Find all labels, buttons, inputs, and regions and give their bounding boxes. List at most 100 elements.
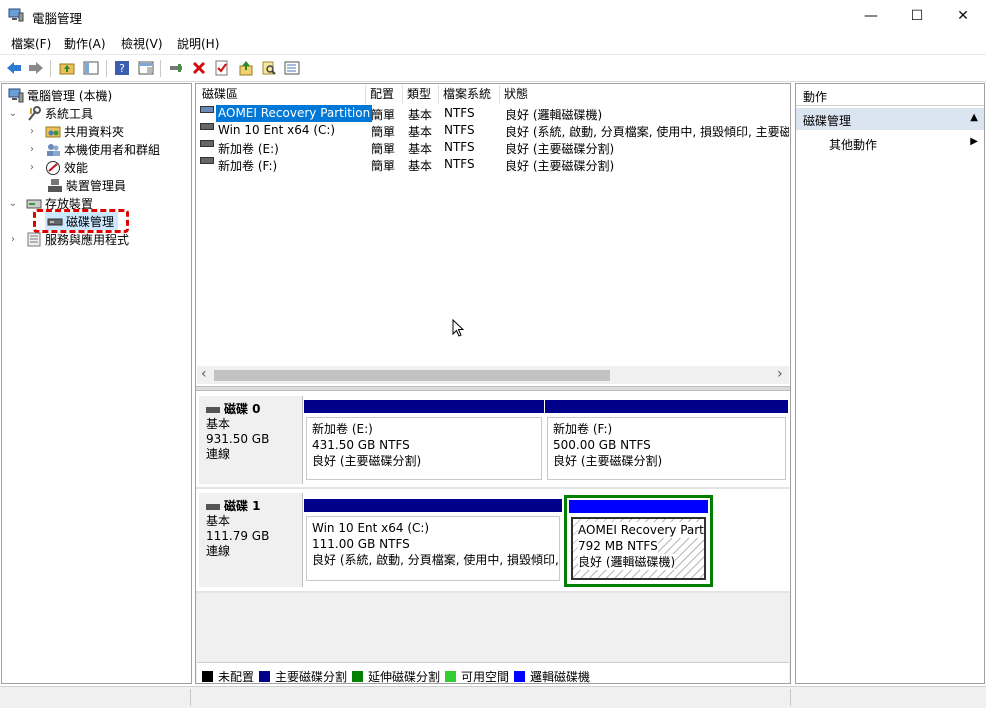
legend-label: 延伸磁碟分割 [368, 670, 441, 684]
window-title: 電腦管理 [32, 11, 83, 26]
navigation-tree: 電腦管理 (本機) ⌄ 系統工具 › 共用資料夾 › 本機使用者和群組 › 效能… [1, 83, 192, 684]
toolbar: ? [0, 54, 986, 82]
show-hide-tree-icon[interactable] [82, 59, 100, 77]
column-header-type[interactable]: 類型 [403, 85, 439, 104]
actions-section-disk-management[interactable]: 磁碟管理 ▲ [796, 108, 984, 130]
scroll-left-icon[interactable]: ‹ [201, 366, 207, 382]
action-more-actions[interactable]: 其他動作 ▶ [796, 133, 984, 153]
partition-size: 500.00 GB NTFS [553, 438, 651, 452]
volume-type: 基本 [408, 108, 433, 122]
menu-file[interactable]: 檔案(F) [11, 35, 51, 52]
drive-icon [200, 140, 214, 147]
tree-item-computer-management[interactable]: 電腦管理 (本機) [6, 86, 112, 104]
check-icon[interactable] [213, 59, 231, 77]
extended-partition[interactable]: AOMEI Recovery Part 792 MB NTFS 良好 (邏輯磁碟… [564, 495, 713, 587]
toolbar-separator [160, 60, 161, 77]
partition-info: 新加卷 (E:) 431.50 GB NTFS 良好 (主要磁碟分割) [306, 417, 542, 480]
partition-status: 良好 (邏輯磁碟機) [578, 554, 676, 570]
table-row[interactable]: AOMEI Recovery Partition 簡單 基本 NTFS 良好 (… [198, 105, 788, 122]
computer-icon [8, 88, 24, 103]
disk-type: 基本 [206, 514, 231, 528]
delete-icon[interactable] [190, 59, 208, 77]
svg-text:?: ? [119, 62, 125, 75]
tree-item-label: 共用資料夾 [64, 124, 125, 139]
back-arrow-icon[interactable] [5, 59, 23, 77]
pane-splitter[interactable] [196, 386, 790, 391]
maximize-button[interactable]: ☐ [894, 0, 940, 32]
export-icon[interactable] [237, 59, 255, 77]
minimize-icon: — [864, 8, 878, 24]
partition-status: 良好 (系統, 啟動, 分頁檔案, 使用中, 損毀傾印, 主 [312, 553, 560, 567]
disk-management-icon [47, 214, 63, 229]
partition-f[interactable]: 新加卷 (F:) 500.00 GB NTFS 良好 (主要磁碟分割) [545, 400, 788, 482]
menu-help[interactable]: 說明(H) [177, 35, 219, 52]
volume-type: 基本 [408, 125, 433, 139]
forward-arrow-icon[interactable] [27, 59, 45, 77]
tree-item-label: 服務與應用程式 [45, 232, 130, 247]
actions-section-label: 磁碟管理 [803, 114, 852, 128]
chevron-right-icon[interactable]: › [8, 234, 18, 245]
volume-type: 基本 [408, 142, 433, 156]
tree-item-services[interactable]: › 服務與應用程式 [8, 230, 129, 248]
scrollbar-thumb[interactable] [214, 370, 610, 381]
legend-swatch [259, 671, 270, 682]
submenu-arrow-icon: ▶ [970, 136, 978, 147]
chevron-down-icon[interactable]: ⌄ [8, 108, 18, 119]
disk-management-pane: 磁碟區 配置 類型 檔案系統 狀態 AOMEI Recovery Partiti… [195, 83, 791, 684]
tree-item-disk-management[interactable]: 磁碟管理 [45, 212, 119, 230]
help-icon[interactable]: ? [113, 59, 131, 77]
chevron-down-icon[interactable]: ⌄ [8, 198, 18, 209]
up-folder-icon[interactable] [58, 59, 76, 77]
partition-e[interactable]: 新加卷 (E:) 431.50 GB NTFS 良好 (主要磁碟分割) [304, 400, 544, 482]
list-icon[interactable] [283, 59, 301, 77]
column-header-layout[interactable]: 配置 [366, 85, 403, 104]
drive-icon [200, 157, 214, 164]
chevron-right-icon[interactable]: › [27, 162, 37, 173]
partition-aomei-recovery[interactable]: AOMEI Recovery Part 792 MB NTFS 良好 (邏輯磁碟… [569, 500, 708, 582]
mouse-pointer-icon [452, 319, 465, 337]
disk-size: 111.79 GB [206, 529, 270, 543]
tree-item-label: 電腦管理 (本機) [27, 88, 113, 103]
legend-free-space: 可用空間 [445, 668, 509, 685]
menu-action[interactable]: 動作(A) [64, 35, 106, 52]
close-button[interactable]: ✕ [940, 0, 986, 32]
tree-item-performance[interactable]: › 效能 [27, 158, 88, 176]
tree-item-shared-folders[interactable]: › 共用資料夾 [27, 122, 124, 140]
status-divider [790, 689, 791, 706]
chevron-right-icon[interactable]: › [27, 144, 37, 155]
disk-0-label[interactable]: 磁碟 0 基本 931.50 GB 連線 [199, 396, 303, 484]
tree-item-local-users[interactable]: › 本機使用者和群組 [27, 140, 160, 158]
properties-pane-icon[interactable] [137, 59, 155, 77]
scroll-right-icon[interactable]: › [777, 366, 783, 382]
search-icon[interactable] [260, 59, 278, 77]
legend-swatch [202, 671, 213, 682]
chevron-right-icon[interactable]: › [27, 126, 37, 137]
minimize-button[interactable]: — [848, 0, 894, 32]
table-row[interactable]: 新加卷 (F:) 簡單 基本 NTFS 良好 (主要磁碟分割) [198, 156, 788, 173]
horizontal-scrollbar[interactable]: ‹ › [197, 366, 789, 384]
column-header-filesystem[interactable]: 檔案系統 [439, 85, 500, 104]
column-header-status[interactable]: 狀態 [500, 85, 788, 104]
tree-item-storage[interactable]: ⌄ 存放裝置 [8, 194, 93, 212]
tree-item-device-manager[interactable]: 裝置管理員 [45, 176, 126, 194]
disk-1-partitions: Win 10 Ent x64 (C:) 111.00 GB NTFS 良好 (系… [303, 493, 713, 587]
title-bar: 電腦管理 — ☐ ✕ [0, 0, 986, 32]
tools-icon [26, 105, 42, 121]
legend-primary: 主要磁碟分割 [259, 668, 347, 685]
tree-item-system-tools[interactable]: ⌄ 系統工具 [8, 104, 93, 122]
table-row[interactable]: Win 10 Ent x64 (C:) 簡單 基本 NTFS 良好 (系統, 啟… [198, 122, 789, 139]
status-bar [0, 686, 986, 708]
connect-icon[interactable] [167, 59, 185, 77]
disk-name: 磁碟 0 [224, 402, 261, 416]
partition-c[interactable]: Win 10 Ent x64 (C:) 111.00 GB NTFS 良好 (系… [304, 499, 562, 583]
volume-name: 新加卷 (E:) [218, 142, 279, 156]
disk-1-label[interactable]: 磁碟 1 基本 111.79 GB 連線 [199, 493, 303, 587]
tree-item-label: 存放裝置 [45, 196, 94, 211]
partition-bar [545, 400, 788, 413]
volume-status: 良好 (邏輯磁碟機) [505, 108, 603, 122]
collapse-arrow-icon[interactable]: ▲ [970, 112, 978, 123]
table-row[interactable]: 新加卷 (E:) 簡單 基本 NTFS 良好 (主要磁碟分割) [198, 139, 788, 156]
column-header-volume[interactable]: 磁碟區 [198, 85, 366, 104]
menu-view[interactable]: 檢視(V) [121, 35, 163, 52]
partition-name: 新加卷 (E:) [312, 422, 373, 436]
